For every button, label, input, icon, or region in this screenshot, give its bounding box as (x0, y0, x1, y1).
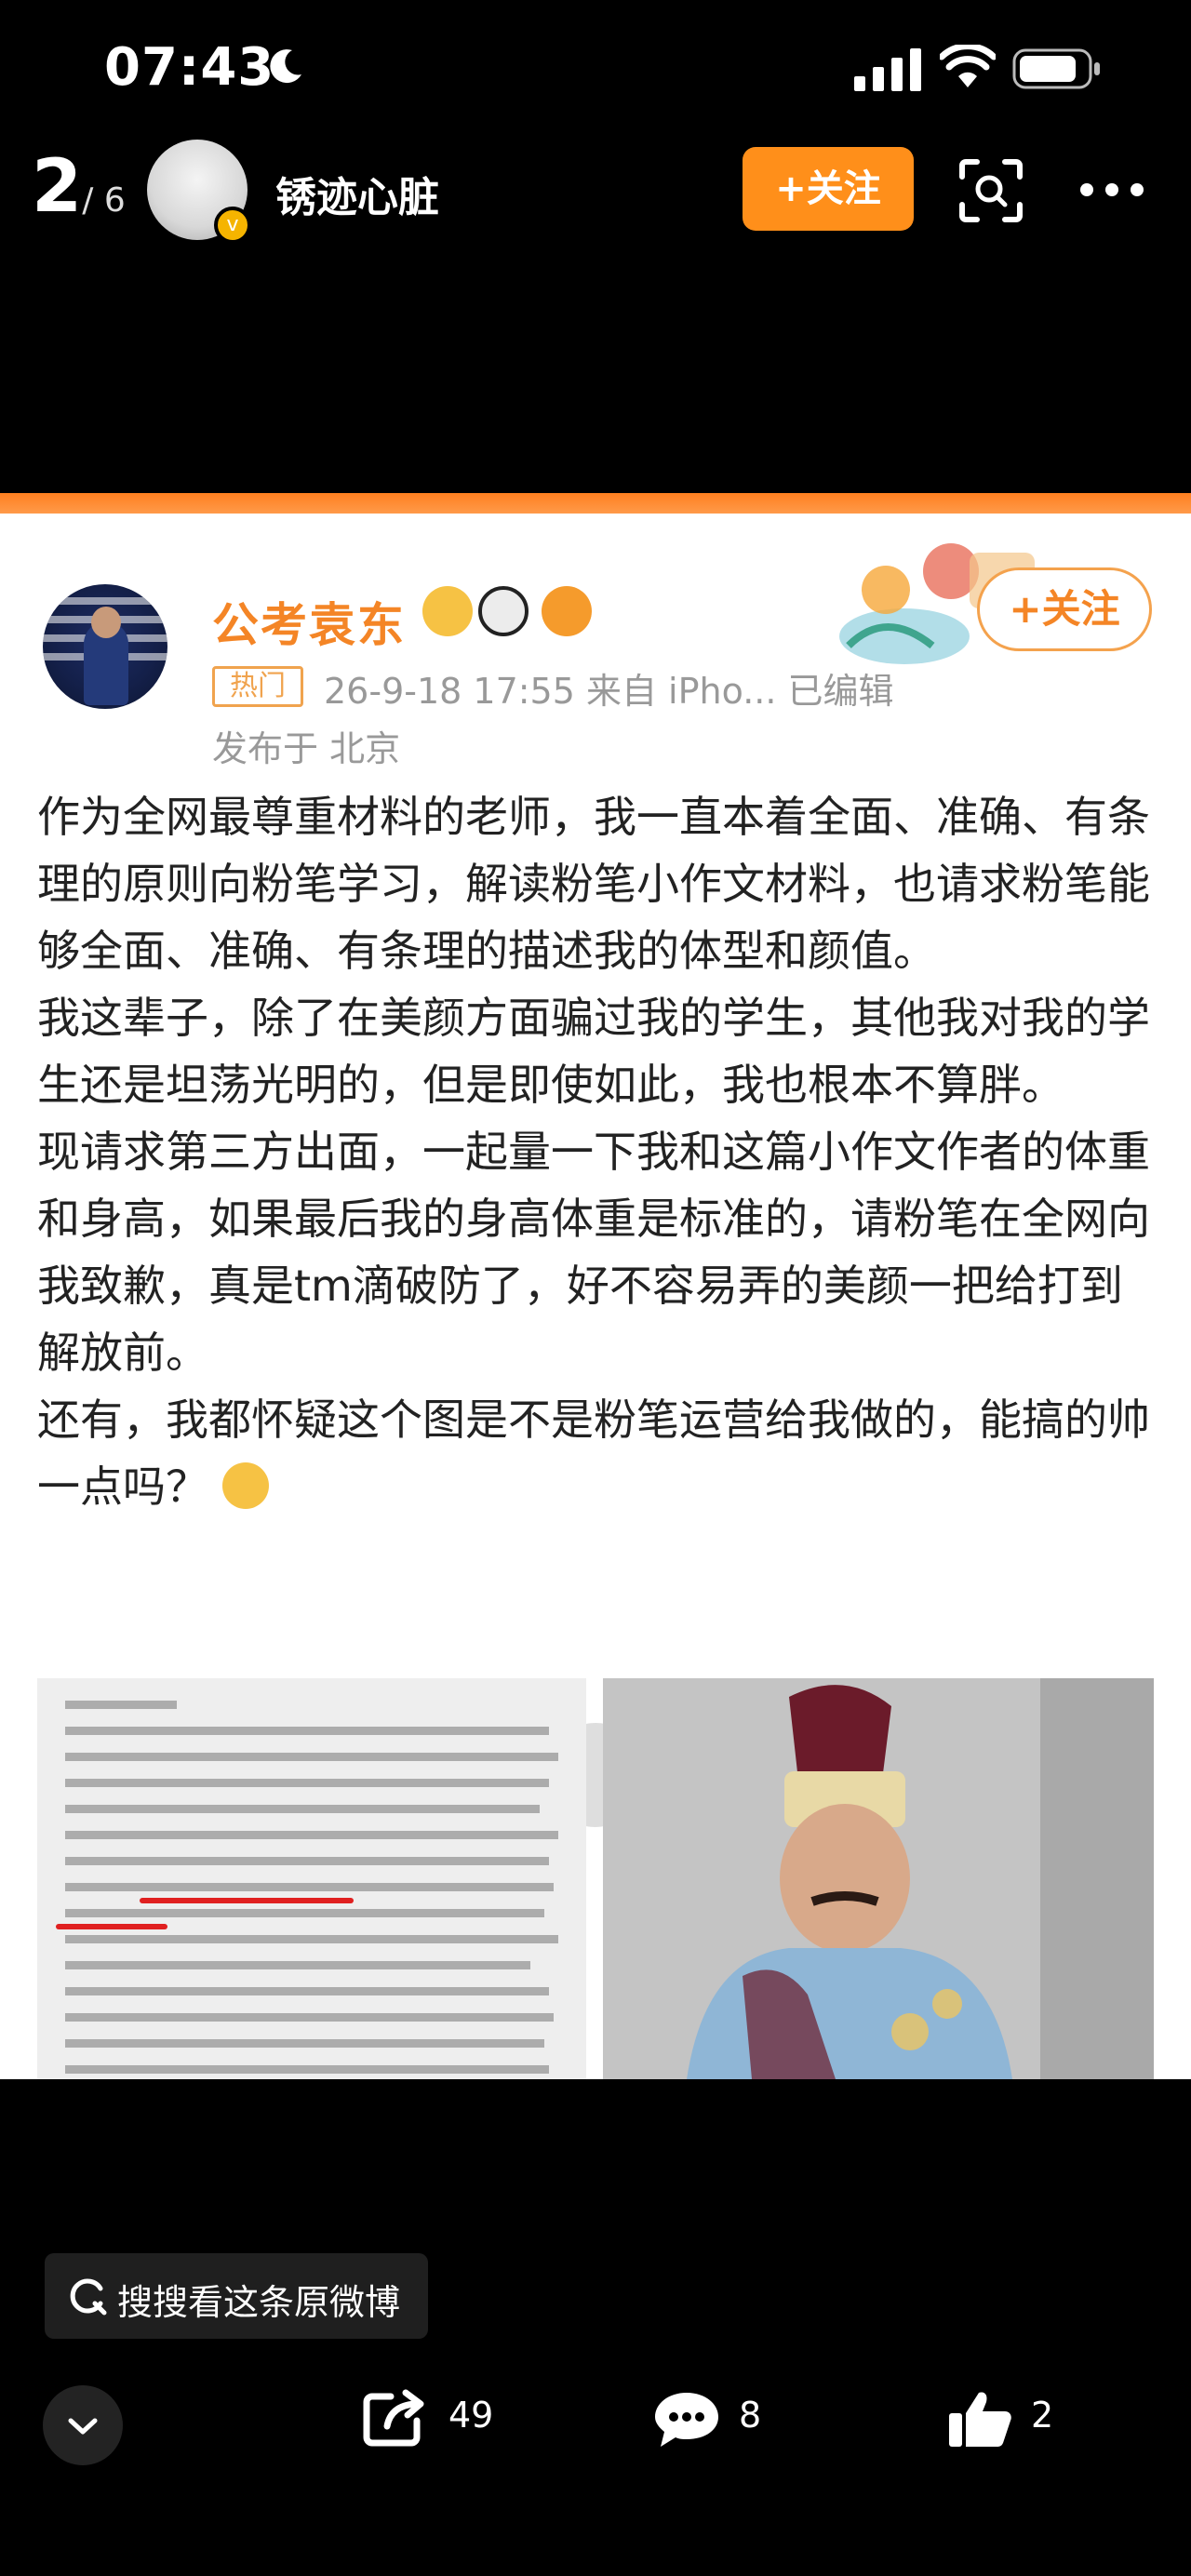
like-icon (949, 2392, 1011, 2447)
search-original-label: 搜搜看这条原微博 (117, 2282, 401, 2323)
sun-icon (542, 586, 592, 636)
paragraph-4: 还有，我都怀疑这个图是不是粉笔运营给我做的，能搞的帅一点吗？ (37, 1386, 1154, 1520)
comment-count: 8 (739, 2395, 762, 2436)
status-time: 07:43 (104, 37, 275, 98)
collapse-button[interactable] (43, 2385, 123, 2465)
share-button[interactable]: 49 (363, 2382, 502, 2456)
comment-button[interactable]: 8 (653, 2382, 774, 2456)
comment-icon (655, 2393, 718, 2447)
weibo-author-avatar (43, 584, 167, 709)
page-total: / 6 (82, 181, 126, 220)
weibo-meta: 26-9-18 17:55 来自 iPho... 已编辑 (324, 671, 894, 712)
paragraph-3: 现请求第三方出面，一起量一下我和这篇小作文作者的体重和身高，如果最后我的身高体重… (37, 1127, 1150, 1378)
battery-icon (1012, 48, 1100, 89)
chevron-down-icon (68, 2418, 98, 2435)
like-button[interactable]: 2 (947, 2382, 1068, 2456)
image-counter: 2/ 6 (32, 145, 126, 229)
weibo-card: 公考袁东 热门 26-9-18 17:55 来自 iPho... 已编辑 发布于… (0, 514, 1191, 2079)
scan-icon[interactable] (958, 158, 1024, 223)
weibo-follow-button: +关注 (977, 567, 1152, 651)
more-icon[interactable] (1079, 182, 1144, 197)
wifi-icon (940, 45, 996, 87)
hot-tag: 热门 (212, 666, 303, 707)
verified-badge-icon: v (214, 207, 251, 244)
like-count: 2 (1031, 2395, 1054, 2436)
crown-icon (422, 586, 473, 636)
moon-icon (270, 49, 301, 84)
image-top-border (0, 493, 1191, 514)
page-index: 2 (32, 145, 83, 229)
portrait-photo (603, 1678, 1154, 2079)
username[interactable]: 锈迹心脏 (275, 164, 439, 223)
signal-icon (854, 48, 921, 91)
status-bar: 07:43 (0, 0, 1191, 140)
share-icon (363, 2389, 424, 2447)
document-photo (37, 1678, 586, 2079)
share-count: 49 (448, 2395, 494, 2436)
paragraph-1: 作为全网最尊重材料的老师，我一直本着全面、准确、有条理的原则向粉笔学习，解读粉笔… (37, 792, 1150, 976)
user-avatar[interactable]: v (147, 140, 251, 244)
weibo-location: 发布于 北京 (212, 728, 401, 769)
follow-button[interactable]: +关注 (743, 147, 914, 231)
panda-icon (478, 586, 529, 636)
paragraph-2: 我这辈子，除了在美颜方面骗过我的学生，其他我对我的学生还是坦荡光明的，但是即使如… (37, 993, 1150, 1110)
search-icon (70, 2278, 107, 2316)
search-original-button[interactable]: 搜搜看这条原微博 (45, 2253, 428, 2339)
weibo-text: 作为全网最尊重材料的老师，我一直本着全面、准确、有条理的原则向粉笔学习，解读粉笔… (37, 783, 1154, 1520)
weibo-author-name: 公考袁东 (212, 598, 406, 652)
doge-icon (221, 1462, 269, 1509)
post-image[interactable]: 公考袁东 热门 26-9-18 17:55 来自 iPho... 已编辑 发布于… (0, 493, 1191, 2079)
paragraph-4-text: 还有，我都怀疑这个图是不是粉笔运营给我做的，能搞的帅一点吗？ (37, 1395, 1150, 1512)
